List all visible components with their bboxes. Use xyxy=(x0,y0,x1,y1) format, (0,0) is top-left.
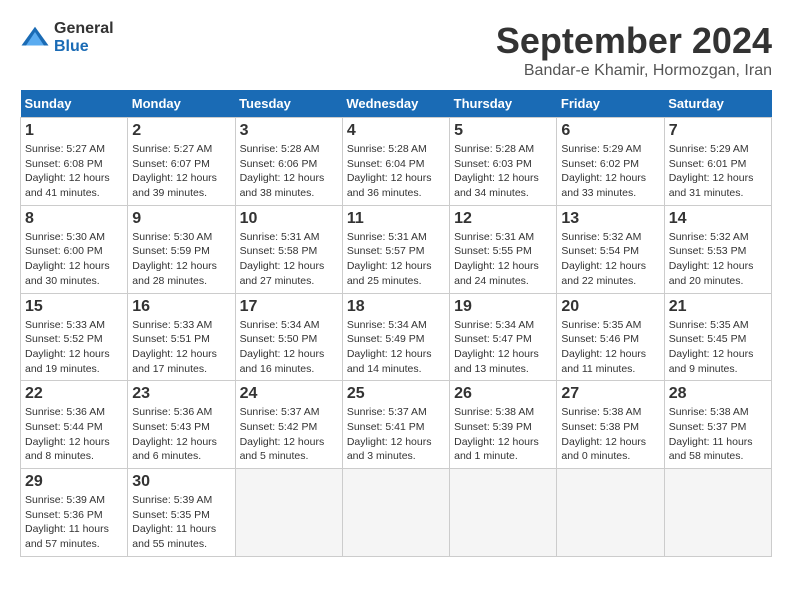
logo: General Blue xyxy=(20,20,114,55)
table-row: 1 Sunrise: 5:27 AMSunset: 6:08 PMDayligh… xyxy=(21,118,128,206)
week-row-4: 22 Sunrise: 5:36 AMSunset: 5:44 PMDaylig… xyxy=(21,381,772,469)
week-row-3: 15 Sunrise: 5:33 AMSunset: 5:52 PMDaylig… xyxy=(21,293,772,381)
table-row xyxy=(235,469,342,557)
table-row: 8 Sunrise: 5:30 AMSunset: 6:00 PMDayligh… xyxy=(21,205,128,293)
table-row: 23 Sunrise: 5:36 AMSunset: 5:43 PMDaylig… xyxy=(128,381,235,469)
table-row: 9 Sunrise: 5:30 AMSunset: 5:59 PMDayligh… xyxy=(128,205,235,293)
col-wednesday: Wednesday xyxy=(342,90,449,118)
table-row: 19 Sunrise: 5:34 AMSunset: 5:47 PMDaylig… xyxy=(450,293,557,381)
table-row: 28 Sunrise: 5:38 AMSunset: 5:37 PMDaylig… xyxy=(664,381,771,469)
col-sunday: Sunday xyxy=(21,90,128,118)
table-row: 29 Sunrise: 5:39 AMSunset: 5:36 PMDaylig… xyxy=(21,469,128,557)
table-row xyxy=(450,469,557,557)
table-row xyxy=(342,469,449,557)
table-row: 5 Sunrise: 5:28 AMSunset: 6:03 PMDayligh… xyxy=(450,118,557,206)
table-row: 7 Sunrise: 5:29 AMSunset: 6:01 PMDayligh… xyxy=(664,118,771,206)
table-row xyxy=(664,469,771,557)
logo-icon xyxy=(20,23,50,53)
table-row: 27 Sunrise: 5:38 AMSunset: 5:38 PMDaylig… xyxy=(557,381,664,469)
col-monday: Monday xyxy=(128,90,235,118)
header: General Blue September 2024 Bandar-e Kha… xyxy=(20,20,772,80)
table-row: 12 Sunrise: 5:31 AMSunset: 5:55 PMDaylig… xyxy=(450,205,557,293)
table-row: 16 Sunrise: 5:33 AMSunset: 5:51 PMDaylig… xyxy=(128,293,235,381)
col-thursday: Thursday xyxy=(450,90,557,118)
table-row: 26 Sunrise: 5:38 AMSunset: 5:39 PMDaylig… xyxy=(450,381,557,469)
table-row: 30 Sunrise: 5:39 AMSunset: 5:35 PMDaylig… xyxy=(128,469,235,557)
table-row: 25 Sunrise: 5:37 AMSunset: 5:41 PMDaylig… xyxy=(342,381,449,469)
col-tuesday: Tuesday xyxy=(235,90,342,118)
month-title: September 2024 xyxy=(496,20,772,62)
logo-text: General Blue xyxy=(54,20,114,55)
table-row: 22 Sunrise: 5:36 AMSunset: 5:44 PMDaylig… xyxy=(21,381,128,469)
week-row-1: 1 Sunrise: 5:27 AMSunset: 6:08 PMDayligh… xyxy=(21,118,772,206)
table-row: 13 Sunrise: 5:32 AMSunset: 5:54 PMDaylig… xyxy=(557,205,664,293)
table-row: 14 Sunrise: 5:32 AMSunset: 5:53 PMDaylig… xyxy=(664,205,771,293)
table-row: 24 Sunrise: 5:37 AMSunset: 5:42 PMDaylig… xyxy=(235,381,342,469)
table-row: 11 Sunrise: 5:31 AMSunset: 5:57 PMDaylig… xyxy=(342,205,449,293)
header-row: Sunday Monday Tuesday Wednesday Thursday… xyxy=(21,90,772,118)
logo-blue-text: Blue xyxy=(54,38,114,56)
col-saturday: Saturday xyxy=(664,90,771,118)
table-row: 4 Sunrise: 5:28 AMSunset: 6:04 PMDayligh… xyxy=(342,118,449,206)
table-row xyxy=(557,469,664,557)
logo-general-text: General xyxy=(54,20,114,38)
week-row-2: 8 Sunrise: 5:30 AMSunset: 6:00 PMDayligh… xyxy=(21,205,772,293)
calendar-table: Sunday Monday Tuesday Wednesday Thursday… xyxy=(20,90,772,557)
week-row-5: 29 Sunrise: 5:39 AMSunset: 5:36 PMDaylig… xyxy=(21,469,772,557)
table-row: 21 Sunrise: 5:35 AMSunset: 5:45 PMDaylig… xyxy=(664,293,771,381)
table-row: 10 Sunrise: 5:31 AMSunset: 5:58 PMDaylig… xyxy=(235,205,342,293)
location-title: Bandar-e Khamir, Hormozgan, Iran xyxy=(496,62,772,80)
title-section: September 2024 Bandar-e Khamir, Hormozga… xyxy=(496,20,772,80)
table-row: 18 Sunrise: 5:34 AMSunset: 5:49 PMDaylig… xyxy=(342,293,449,381)
col-friday: Friday xyxy=(557,90,664,118)
table-row: 2 Sunrise: 5:27 AMSunset: 6:07 PMDayligh… xyxy=(128,118,235,206)
table-row: 6 Sunrise: 5:29 AMSunset: 6:02 PMDayligh… xyxy=(557,118,664,206)
table-row: 17 Sunrise: 5:34 AMSunset: 5:50 PMDaylig… xyxy=(235,293,342,381)
table-row: 20 Sunrise: 5:35 AMSunset: 5:46 PMDaylig… xyxy=(557,293,664,381)
table-row: 3 Sunrise: 5:28 AMSunset: 6:06 PMDayligh… xyxy=(235,118,342,206)
table-row: 15 Sunrise: 5:33 AMSunset: 5:52 PMDaylig… xyxy=(21,293,128,381)
